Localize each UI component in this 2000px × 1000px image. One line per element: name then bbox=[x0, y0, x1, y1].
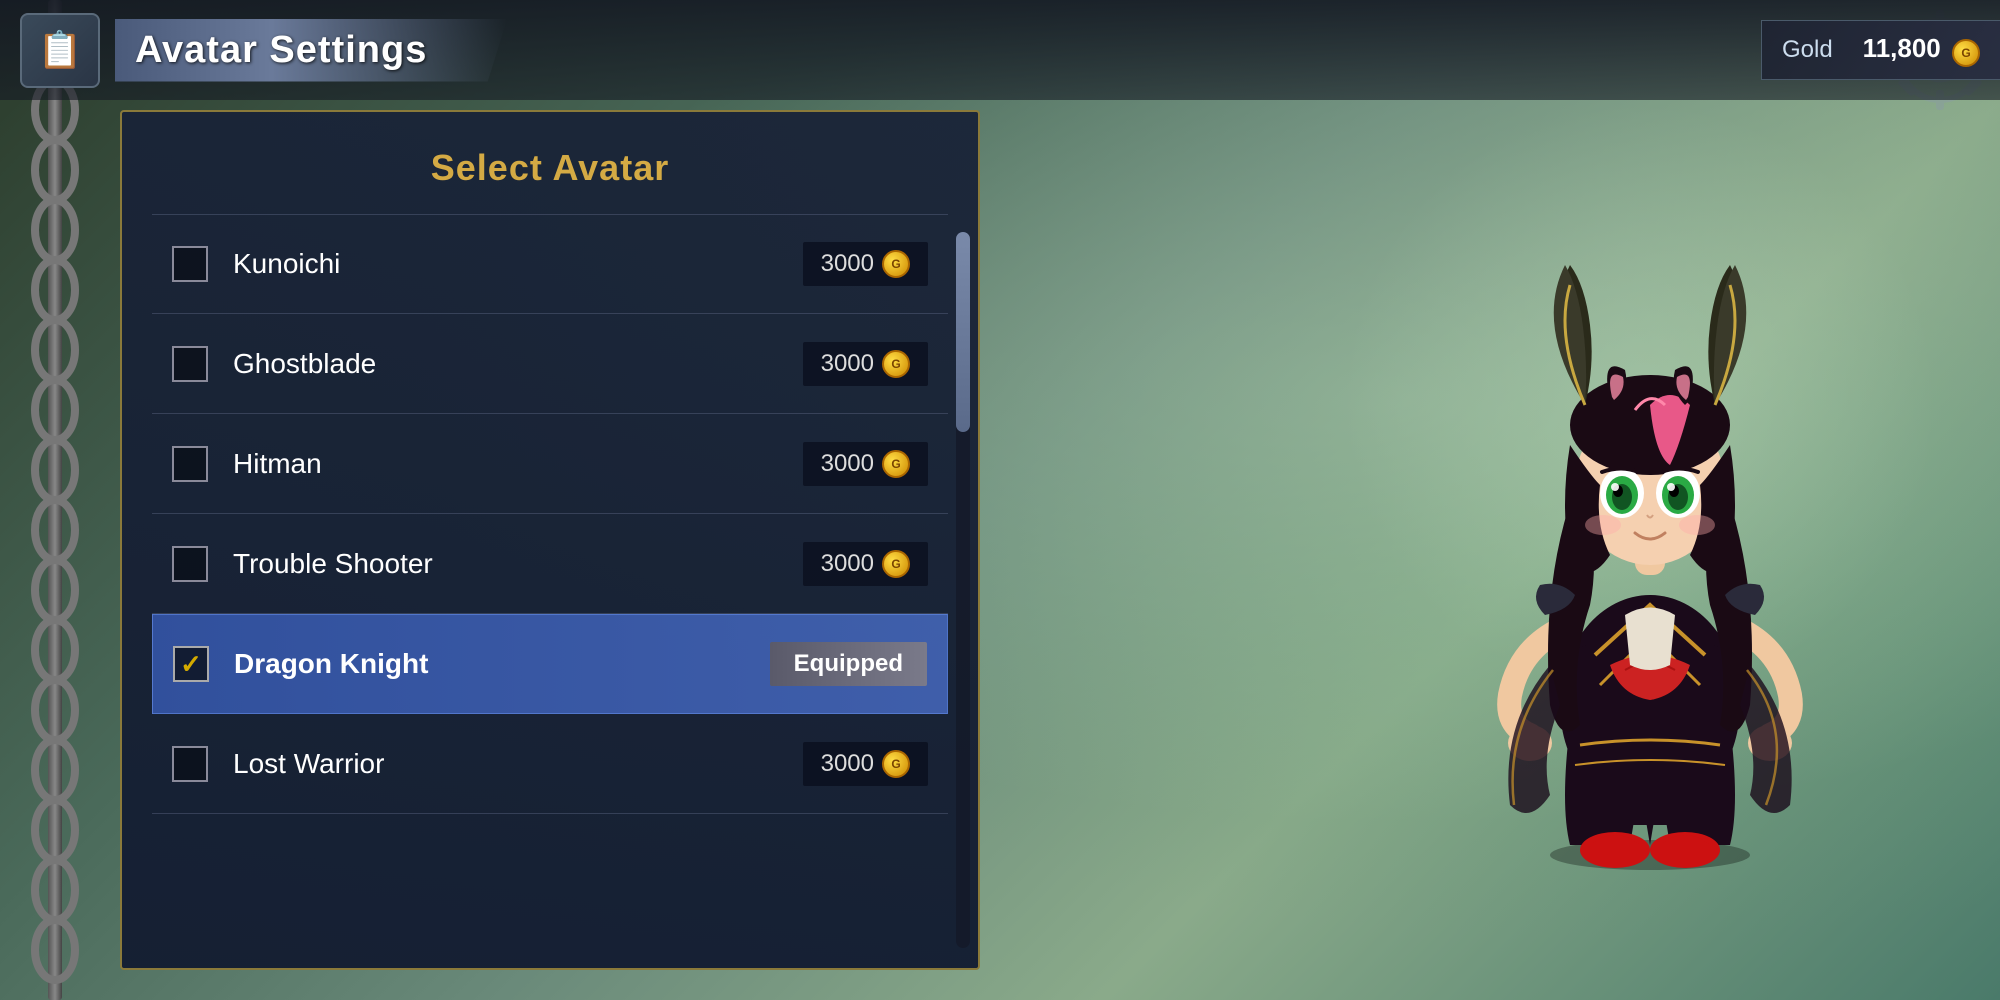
price-coin-icon: G bbox=[882, 550, 910, 578]
price-tag-trouble-shooter: 3000G bbox=[803, 542, 928, 586]
header: Avatar Settings Gold 11,800 G bbox=[0, 0, 2000, 100]
avatar-checkbox-dragon-knight[interactable]: ✓ bbox=[173, 646, 209, 682]
character-figure bbox=[1440, 125, 1860, 875]
avatar-checkbox-kunoichi[interactable] bbox=[172, 246, 208, 282]
page-title: Avatar Settings bbox=[135, 29, 427, 71]
avatar-checkbox-trouble-shooter[interactable] bbox=[172, 546, 208, 582]
avatar-name-lost-warrior: Lost Warrior bbox=[233, 748, 803, 780]
header-title-bar: Avatar Settings bbox=[115, 19, 507, 82]
avatar-item-kunoichi[interactable]: Kunoichi3000G bbox=[152, 214, 948, 314]
equipped-badge-dragon-knight: Equipped bbox=[770, 642, 927, 686]
checkmark-icon: ✓ bbox=[180, 649, 202, 680]
chain-decoration bbox=[10, 0, 100, 1000]
avatar-item-lost-warrior[interactable]: Lost Warrior3000G bbox=[152, 714, 948, 814]
price-tag-kunoichi: 3000G bbox=[803, 242, 928, 286]
price-tag-lost-warrior: 3000G bbox=[803, 742, 928, 786]
gold-display: Gold 11,800 G bbox=[1761, 20, 2000, 80]
avatar-checkbox-hitman[interactable] bbox=[172, 446, 208, 482]
avatar-checkbox-lost-warrior[interactable] bbox=[172, 746, 208, 782]
avatar-item-dragon-knight[interactable]: ✓ Dragon KnightEquipped bbox=[152, 614, 948, 714]
price-coin-icon: G bbox=[882, 750, 910, 778]
gold-label: Gold bbox=[1782, 36, 1833, 64]
avatar-item-trouble-shooter[interactable]: Trouble Shooter3000G bbox=[152, 514, 948, 614]
avatar-name-ghostblade: Ghostblade bbox=[233, 348, 803, 380]
avatar-list: Kunoichi3000GGhostblade3000GHitman3000GT… bbox=[122, 214, 978, 814]
price-coin-icon: G bbox=[882, 250, 910, 278]
panel-title: Select Avatar bbox=[122, 112, 978, 214]
main-panel: Select Avatar Kunoichi3000GGhostblade300… bbox=[120, 110, 980, 970]
price-coin-icon: G bbox=[882, 450, 910, 478]
gold-coin-icon: G bbox=[1952, 39, 1980, 67]
gold-amount: 11,800 G bbox=[1863, 33, 1980, 67]
character-display bbox=[1400, 100, 1900, 900]
avatar-item-hitman[interactable]: Hitman3000G bbox=[152, 414, 948, 514]
scrollbar-thumb[interactable] bbox=[956, 232, 970, 432]
header-icon bbox=[20, 13, 100, 88]
price-tag-ghostblade: 3000G bbox=[803, 342, 928, 386]
avatar-name-kunoichi: Kunoichi bbox=[233, 248, 803, 280]
scrollbar-track[interactable] bbox=[956, 232, 970, 948]
avatar-name-dragon-knight: Dragon Knight bbox=[234, 648, 770, 680]
avatar-item-ghostblade[interactable]: Ghostblade3000G bbox=[152, 314, 948, 414]
price-coin-icon: G bbox=[882, 350, 910, 378]
avatar-checkbox-ghostblade[interactable] bbox=[172, 346, 208, 382]
price-tag-hitman: 3000G bbox=[803, 442, 928, 486]
avatar-name-hitman: Hitman bbox=[233, 448, 803, 480]
avatar-name-trouble-shooter: Trouble Shooter bbox=[233, 548, 803, 580]
